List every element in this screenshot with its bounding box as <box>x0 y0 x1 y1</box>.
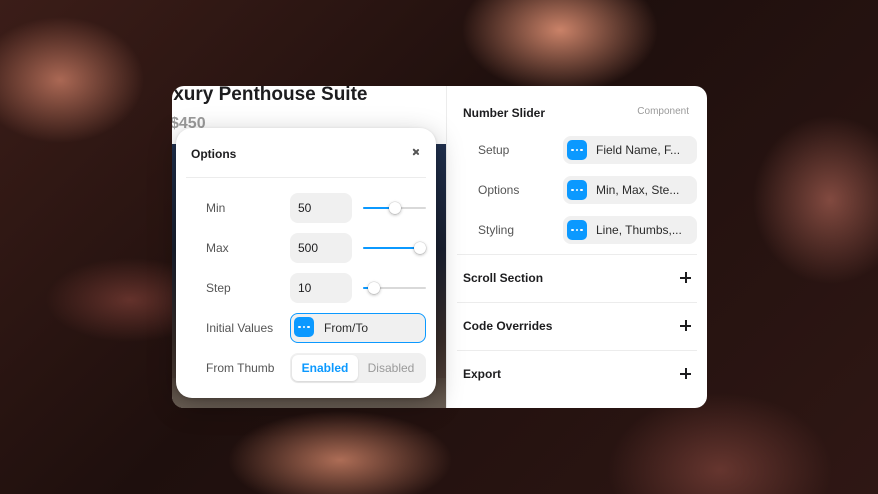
section-label: Scroll Section <box>463 271 544 285</box>
options-value: Min, Max, Ste... <box>596 183 680 197</box>
more-dots-icon[interactable] <box>294 317 314 337</box>
prop-label-options: Options <box>478 183 520 197</box>
properties-title: Number Slider <box>463 106 546 120</box>
max-row: Max 500 <box>206 233 426 263</box>
setup-field[interactable]: Field Name, F... <box>563 136 697 164</box>
from-thumb-segmented-control: Enabled Disabled <box>290 353 426 383</box>
from-thumb-label: From Thumb <box>206 361 275 375</box>
section-export[interactable]: Export <box>463 364 691 384</box>
section-label: Export <box>463 367 502 381</box>
plus-icon[interactable] <box>680 272 691 283</box>
step-slider[interactable] <box>363 282 426 294</box>
max-slider[interactable] <box>363 242 426 254</box>
more-dots-icon[interactable] <box>567 220 587 240</box>
divider <box>457 254 697 255</box>
slider-thumb[interactable] <box>367 282 380 294</box>
more-dots-icon[interactable] <box>567 140 587 160</box>
step-input[interactable]: 10 <box>290 273 352 303</box>
initial-values-row: Initial Values From/To <box>206 313 426 343</box>
slider-fill <box>363 247 420 249</box>
preview-title: Luxury Penthouse Suite <box>172 86 368 105</box>
section-label: Code Overrides <box>463 319 553 333</box>
initial-values-label: Initial Values <box>206 321 274 335</box>
min-row: Min 50 <box>206 193 426 223</box>
prop-label-setup: Setup <box>478 143 510 157</box>
step-row: Step 10 <box>206 273 426 303</box>
styling-field[interactable]: Line, Thumbs,... <box>563 216 697 244</box>
divider <box>186 177 426 178</box>
segment-disabled[interactable]: Disabled <box>358 355 424 381</box>
prop-label-styling: Styling <box>478 223 515 237</box>
prop-row-options: Options Min, Max, Ste... <box>463 176 697 204</box>
section-code-overrides[interactable]: Code Overrides <box>463 316 691 336</box>
divider <box>457 350 697 351</box>
styling-value: Line, Thumbs,... <box>596 223 682 237</box>
component-tag: Component <box>637 106 689 117</box>
properties-header: Number Slider Component <box>463 104 689 122</box>
close-icon[interactable] <box>410 146 422 158</box>
max-input[interactable]: 500 <box>290 233 352 263</box>
options-title: Options <box>191 147 237 161</box>
min-input[interactable]: 50 <box>290 193 352 223</box>
more-dots-icon[interactable] <box>567 180 587 200</box>
from-thumb-row: From Thumb Enabled Disabled <box>206 353 426 383</box>
slider-thumb[interactable] <box>413 242 426 254</box>
segment-enabled[interactable]: Enabled <box>292 355 358 381</box>
min-label: Min <box>206 201 226 215</box>
divider <box>457 302 697 303</box>
prop-row-setup: Setup Field Name, F... <box>463 136 697 164</box>
slider-thumb[interactable] <box>388 202 401 214</box>
step-label: Step <box>206 281 231 295</box>
section-scroll-section[interactable]: Scroll Section <box>463 268 691 288</box>
options-field[interactable]: Min, Max, Ste... <box>563 176 697 204</box>
options-popover: Options Min 50 Max 500 Step 10 Initial V… <box>176 128 436 398</box>
max-label: Max <box>206 241 229 255</box>
setup-value: Field Name, F... <box>596 143 681 157</box>
plus-icon[interactable] <box>680 368 691 379</box>
initial-values-field[interactable]: From/To <box>290 313 426 343</box>
min-slider[interactable] <box>363 202 426 214</box>
properties-panel: Number Slider Component Setup Field Name… <box>446 86 707 408</box>
plus-icon[interactable] <box>680 320 691 331</box>
prop-row-styling: Styling Line, Thumbs,... <box>463 216 697 244</box>
initial-values-value: From/To <box>324 321 369 335</box>
